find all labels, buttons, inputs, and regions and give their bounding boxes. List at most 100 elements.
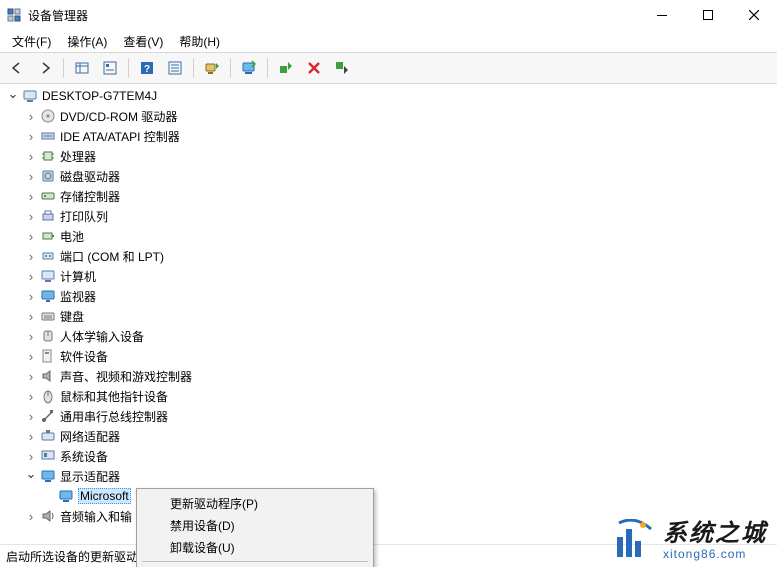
menu-action[interactable]: 操作(A) <box>59 31 115 52</box>
expand-icon[interactable] <box>24 326 38 346</box>
expand-icon[interactable] <box>24 366 38 386</box>
disk-icon <box>40 168 56 184</box>
mouse-icon <box>40 388 56 404</box>
computer-icon <box>22 88 38 104</box>
display-icon <box>58 488 74 504</box>
expand-icon[interactable] <box>24 346 38 366</box>
tree-item-label: 鼠标和其他指针设备 <box>60 388 168 405</box>
tree-item[interactable]: 计算机 <box>6 266 777 286</box>
tree-item[interactable]: Microsoft <box>6 486 777 506</box>
expand-icon[interactable] <box>24 146 38 166</box>
tree-item[interactable]: 声音、视频和游戏控制器 <box>6 366 777 386</box>
tree-item[interactable]: IDE ATA/ATAPI 控制器 <box>6 126 777 146</box>
tree-item-label: 电池 <box>60 228 84 245</box>
expand-icon[interactable] <box>24 126 38 146</box>
toolbar-forward[interactable] <box>32 55 58 81</box>
tree-item[interactable]: 网络适配器 <box>6 426 777 446</box>
tree-item[interactable]: 处理器 <box>6 146 777 166</box>
context-disable-device[interactable]: 禁用设备(D) <box>140 514 370 536</box>
expand-icon[interactable] <box>24 186 38 206</box>
expand-icon[interactable] <box>24 306 38 326</box>
usb-icon <box>40 408 56 424</box>
tree-item-label: 声音、视频和游戏控制器 <box>60 368 192 385</box>
tree-item-label: 软件设备 <box>60 348 108 365</box>
system-icon <box>40 448 56 464</box>
cpu-icon <box>40 148 56 164</box>
tree-item[interactable]: 软件设备 <box>6 346 777 366</box>
device-tree[interactable]: DESKTOP-G7TEM4J DVD/CD-ROM 驱动器 IDE ATA/AT… <box>0 82 777 545</box>
network-icon <box>40 428 56 444</box>
toolbar-uninstall[interactable] <box>301 55 327 81</box>
expand-icon[interactable] <box>24 386 38 406</box>
toolbar-scan-hardware[interactable] <box>199 55 225 81</box>
toolbar-back[interactable] <box>4 55 30 81</box>
expand-icon[interactable] <box>24 226 38 246</box>
tree-item-label: 磁盘驱动器 <box>60 168 120 185</box>
display-icon <box>40 468 56 484</box>
toolbar: ? <box>0 52 777 84</box>
tree-item[interactable]: 系统设备 <box>6 446 777 466</box>
tree-item[interactable]: 鼠标和其他指针设备 <box>6 386 777 406</box>
toolbar-disable[interactable] <box>329 55 355 81</box>
tree-item[interactable]: 电池 <box>6 226 777 246</box>
toolbar-enable[interactable] <box>273 55 299 81</box>
tree-root[interactable]: DESKTOP-G7TEM4J <box>6 86 777 106</box>
tree-item[interactable]: DVD/CD-ROM 驱动器 <box>6 106 777 126</box>
expand-icon[interactable] <box>24 286 38 306</box>
toolbar-update-driver[interactable] <box>236 55 262 81</box>
tree-item[interactable]: 磁盘驱动器 <box>6 166 777 186</box>
svg-text:?: ? <box>144 64 150 75</box>
expand-icon[interactable] <box>24 446 38 466</box>
device-manager-window: 设备管理器 文件(F) 操作(A) 查看(V) 帮助(H) <box>0 0 777 567</box>
expand-icon[interactable] <box>6 86 20 106</box>
expand-icon[interactable] <box>24 406 38 426</box>
expand-icon[interactable] <box>24 246 38 266</box>
disc-icon <box>40 108 56 124</box>
menu-file[interactable]: 文件(F) <box>4 31 59 52</box>
window-controls <box>639 0 777 30</box>
tree-item[interactable]: 监视器 <box>6 286 777 306</box>
minimize-button[interactable] <box>639 0 685 30</box>
toolbar-action-list[interactable] <box>162 55 188 81</box>
port-icon <box>40 248 56 264</box>
tree-item[interactable]: 端口 (COM 和 LPT) <box>6 246 777 266</box>
statusbar: 启动所选设备的更新驱动 <box>0 544 777 567</box>
software-icon <box>40 348 56 364</box>
maximize-button[interactable] <box>685 0 731 30</box>
tree-item-label: 打印队列 <box>60 208 108 225</box>
tree-item-label: IDE ATA/ATAPI 控制器 <box>60 128 180 145</box>
tree-item-label: Microsoft <box>78 488 131 504</box>
tree-item-label: 计算机 <box>60 268 96 285</box>
battery-icon <box>40 228 56 244</box>
sound-icon <box>40 368 56 384</box>
close-button[interactable] <box>731 0 777 30</box>
tree-item-label: 端口 (COM 和 LPT) <box>60 248 164 265</box>
tree-item-label: 存储控制器 <box>60 188 120 205</box>
tree-item[interactable]: 打印队列 <box>6 206 777 226</box>
tree-item-label: 通用串行总线控制器 <box>60 408 168 425</box>
menu-view[interactable]: 查看(V) <box>115 31 171 52</box>
tree-item-label: 处理器 <box>60 148 96 165</box>
expand-icon[interactable] <box>24 266 38 286</box>
toolbar-properties[interactable] <box>97 55 123 81</box>
toolbar-show-hidden[interactable] <box>69 55 95 81</box>
expand-icon[interactable] <box>24 426 38 446</box>
context-update-driver[interactable]: 更新驱动程序(P) <box>140 492 370 514</box>
expand-icon[interactable] <box>24 166 38 186</box>
tree-item[interactable]: 音频输入和输 <box>6 506 777 526</box>
tree-item-label: 系统设备 <box>60 448 108 465</box>
expand-icon[interactable] <box>24 106 38 126</box>
storage-icon <box>40 188 56 204</box>
expand-icon[interactable] <box>24 206 38 226</box>
status-text: 启动所选设备的更新驱动 <box>6 548 138 565</box>
expand-icon[interactable] <box>24 506 38 526</box>
tree-item[interactable]: 通用串行总线控制器 <box>6 406 777 426</box>
tree-item[interactable]: 键盘 <box>6 306 777 326</box>
collapse-icon[interactable] <box>24 466 38 486</box>
tree-item[interactable]: 存储控制器 <box>6 186 777 206</box>
tree-item[interactable]: 显示适配器 <box>6 466 777 486</box>
context-uninstall-device[interactable]: 卸载设备(U) <box>140 536 370 558</box>
menu-help[interactable]: 帮助(H) <box>171 31 228 52</box>
toolbar-help[interactable]: ? <box>134 55 160 81</box>
tree-item[interactable]: 人体学输入设备 <box>6 326 777 346</box>
